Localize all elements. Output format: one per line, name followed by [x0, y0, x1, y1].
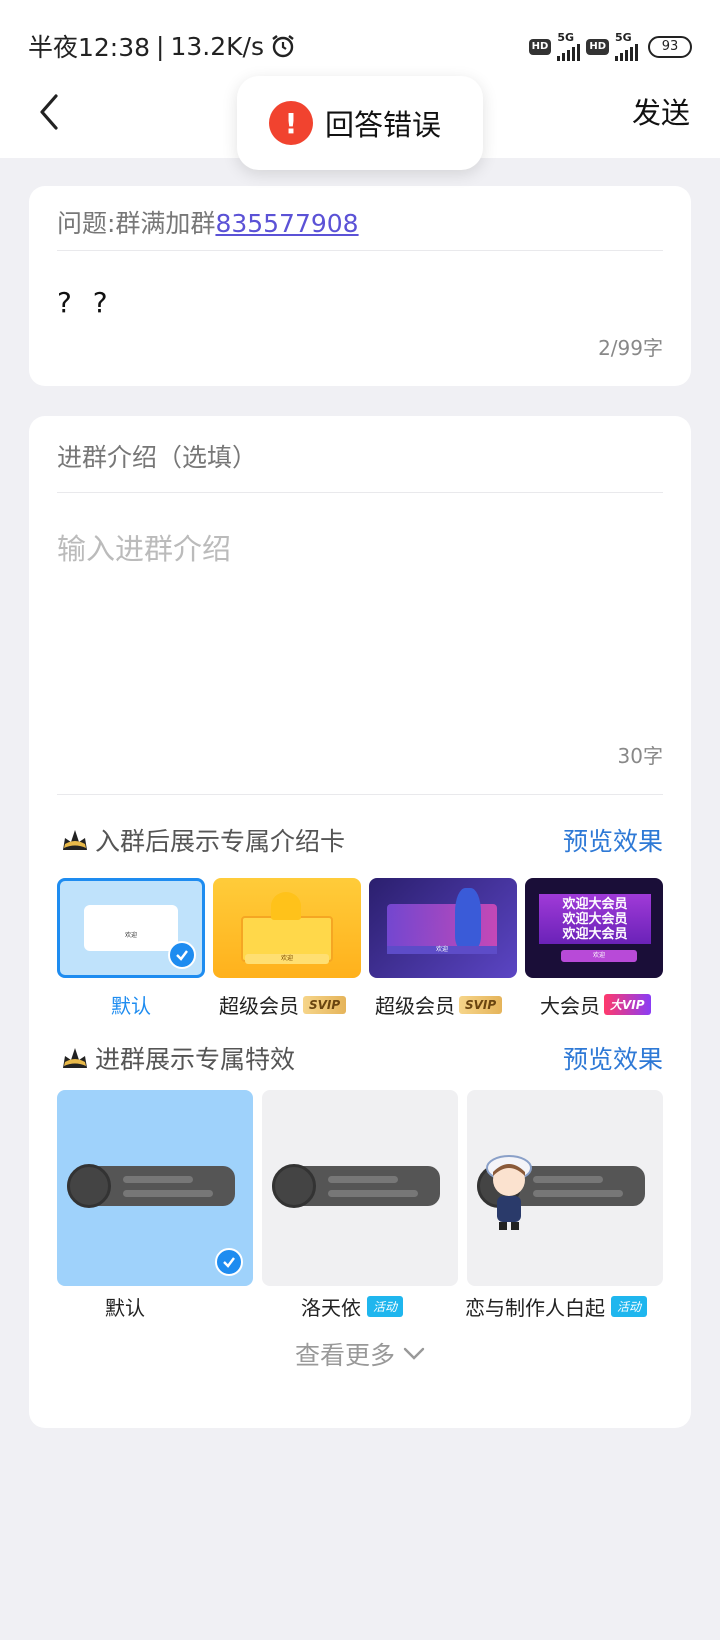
alarm-icon: [272, 35, 294, 58]
error-toast: ! 回答错误: [237, 76, 483, 170]
bigvip-line-2: 欢迎大会员: [562, 912, 628, 927]
effect-label-text: 洛天依: [301, 1296, 361, 1320]
intro-input[interactable]: 输入进群介绍: [57, 526, 231, 568]
intro-card-default[interactable]: 欢迎: [57, 878, 205, 978]
signal-bars-icon-2: [615, 43, 638, 61]
answer-char-count: 2/99字: [598, 336, 663, 360]
crown-decoration-icon: [271, 892, 301, 920]
intro-card-label-default: 默认: [111, 990, 151, 1019]
svip-badge: SVIP: [459, 995, 503, 1014]
divider: [57, 492, 663, 493]
toast-message: 回答错误: [325, 108, 442, 142]
signal-bars-icon: [557, 43, 581, 61]
crown-icon: [63, 830, 87, 850]
effect-label-baiqi: 恋与制作人白起 活动: [465, 1292, 648, 1321]
intro-card-label-text: 超级会员: [375, 994, 455, 1018]
divider: [57, 250, 663, 251]
effect-bar-preview: [67, 1164, 235, 1208]
preview-effect-button[interactable]: 预览效果: [563, 1040, 663, 1076]
intro-card-label-text: 默认: [111, 994, 151, 1018]
status-time: 半夜12:38: [28, 33, 151, 62]
question-text: 问题:群满加群: [57, 209, 216, 238]
question-number-link[interactable]: 835577908: [215, 209, 358, 238]
status-separator: |: [156, 31, 165, 61]
character-figure-icon: [455, 888, 481, 948]
question-card: 问题:群满加群835577908 ? ? 2/99字: [29, 186, 691, 386]
intro-card-svip-purple[interactable]: 欢迎: [369, 878, 517, 978]
divider: [57, 794, 663, 795]
chevron-down-icon: [403, 1347, 425, 1360]
back-arrow-icon[interactable]: [30, 90, 70, 134]
intro-card-bigvip[interactable]: 欢迎大会员 欢迎大会员 欢迎大会员 欢迎: [525, 878, 663, 978]
intro-card-bigvip-caption: 欢迎: [561, 950, 637, 962]
effects-section-title: 进群展示专属特效: [59, 1040, 295, 1076]
intro-card-default-preview: 欢迎: [84, 905, 178, 951]
effect-bar-preview: [272, 1164, 440, 1208]
preview-intro-card-button[interactable]: 预览效果: [563, 822, 663, 858]
hd-icon: HD: [528, 38, 552, 55]
checkmark-icon: [168, 941, 196, 969]
activity-badge: 活动: [367, 1296, 404, 1317]
status-right: HD 5G HD 5G 93: [528, 31, 692, 61]
send-button[interactable]: 发送: [632, 90, 690, 132]
intro-card-svip-gold[interactable]: 欢迎: [213, 878, 361, 978]
intro-settings-card: 进群介绍（选填） 输入进群介绍 30字 入群后展示专属介绍卡 预览效果 欢迎 欢…: [29, 416, 691, 1428]
intro-card-svip-purple-caption: 欢迎: [387, 946, 497, 954]
bigvip-line-3: 欢迎大会员: [562, 927, 628, 942]
avatar-icon: [272, 1164, 316, 1208]
bigvip-banner: 欢迎大会员 欢迎大会员 欢迎大会员: [539, 894, 651, 944]
activity-badge: 活动: [611, 1296, 648, 1317]
avatar-icon: [67, 1164, 111, 1208]
crown-icon: [63, 1048, 87, 1068]
effect-luotianyi[interactable]: [262, 1090, 458, 1286]
intro-cards-section-title: 入群后展示专属介绍卡: [59, 822, 345, 858]
signal-1: 5G: [557, 31, 581, 61]
intro-label: 进群介绍（选填）: [57, 443, 258, 472]
checkmark-icon: [215, 1248, 243, 1276]
hd-icon-2: HD: [586, 38, 609, 55]
answer-input[interactable]: ? ?: [57, 286, 114, 319]
bigvip-line-1: 欢迎大会员: [562, 897, 628, 912]
network-type-2: 5G: [615, 31, 632, 44]
intro-card-label-svip-2: 超级会员 SVIP: [375, 990, 503, 1019]
intro-card-label-text: 超级会员: [219, 994, 299, 1018]
status-left: 半夜12:38 | 13.2K/s: [28, 28, 296, 64]
effect-label-text: 默认: [105, 1296, 145, 1320]
chibi-character-icon: [486, 1155, 532, 1230]
intro-card-label-svip-1: 超级会员 SVIP: [219, 990, 347, 1019]
view-more-label: 查看更多: [294, 1341, 395, 1370]
svip-badge: SVIP: [303, 995, 347, 1014]
bigvip-badge: 大VIP: [604, 994, 651, 1015]
error-icon: !: [269, 101, 313, 145]
intro-card-label-text: 大会员: [540, 994, 600, 1018]
intro-char-count: 30字: [617, 744, 663, 768]
intro-cards-title: 入群后展示专属介绍卡: [95, 827, 346, 856]
effect-label-text: 恋与制作人白起: [465, 1296, 605, 1320]
effect-default[interactable]: [57, 1090, 253, 1286]
status-speed: 13.2K/s: [170, 31, 264, 61]
battery-icon: 93: [648, 35, 692, 58]
effects-title: 进群展示专属特效: [95, 1045, 296, 1074]
view-more-button[interactable]: 查看更多: [29, 1336, 691, 1372]
intro-card-label-bigvip: 大会员 大VIP: [540, 990, 651, 1019]
intro-card-svip-gold-caption: 欢迎: [245, 954, 329, 964]
network-type-1: 5G: [557, 31, 575, 44]
effect-baiqi[interactable]: [467, 1090, 663, 1286]
effect-label-luotianyi: 洛天依 活动: [301, 1292, 404, 1321]
effect-label-default: 默认: [105, 1292, 145, 1321]
question-label: 问题:群满加群835577908: [57, 204, 359, 240]
signal-2: 5G: [615, 32, 638, 61]
